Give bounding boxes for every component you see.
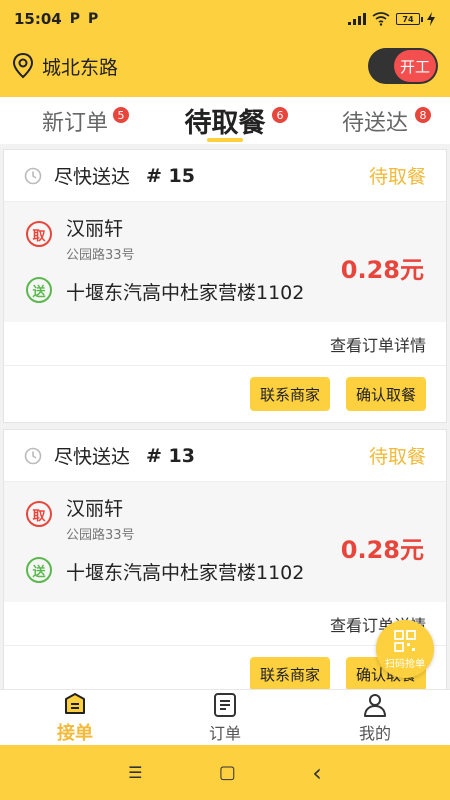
location-pin-icon (12, 53, 34, 79)
shop-address: 公园路33号 (66, 528, 135, 543)
contact-merchant-button[interactable]: 联系商家 (249, 657, 330, 689)
nav-accept-orders[interactable]: 接单 (0, 690, 150, 745)
clock-icon (24, 447, 42, 464)
tab-awaiting-delivery[interactable]: 待送达 8 (300, 97, 450, 144)
signal-icon (348, 13, 366, 25)
dropoff-badge: 送 (26, 277, 52, 303)
pickup-badge: 取 (26, 501, 52, 527)
charging-icon (427, 12, 435, 26)
work-toggle-label: 开工 (394, 50, 436, 82)
current-location[interactable]: 城北东路 (42, 53, 118, 80)
order-card[interactable]: 尽快送达 # 15 待取餐 取 汉丽轩 公园路33号 送 十堰东汽高中杜家营楼1… (3, 149, 447, 423)
shop-name: 汉丽轩 (66, 498, 124, 520)
nav-profile[interactable]: 我的 (300, 690, 450, 745)
delivery-address: 十堰东汽高中杜家营楼1102 (66, 562, 305, 584)
dropoff-badge: 送 (26, 557, 52, 583)
order-status: 待取餐 (368, 446, 426, 468)
scan-grab-order-button[interactable]: 扫码抢单 (376, 620, 434, 678)
nav-orders[interactable]: 订单 (150, 690, 300, 745)
notification-p-icon: P (69, 11, 81, 27)
order-tabs: 新订单 5 待取餐 6 待送达 8 (0, 97, 450, 144)
order-status: 待取餐 (368, 166, 426, 188)
list-box-icon (65, 692, 85, 714)
top-header: 城北东路 开工 (0, 44, 450, 88)
shop-address: 公园路33号 (66, 248, 135, 263)
back-icon[interactable]: ‹ (312, 759, 322, 787)
order-card-header: 尽快送达 # 13 待取餐 (4, 430, 446, 482)
order-number: # 15 (146, 164, 195, 187)
scan-label: 扫码抢单 (385, 658, 425, 670)
clock-icon (24, 167, 42, 184)
tab-label: 待送达 (341, 110, 408, 136)
active-tab-indicator (207, 138, 243, 142)
nav-label: 我的 (358, 723, 391, 743)
order-actions: 联系商家 确认取餐 (4, 366, 446, 422)
order-number: # 13 (146, 444, 195, 467)
bottom-navigation: 接单 订单 我的 (0, 689, 450, 745)
contact-merchant-button[interactable]: 联系商家 (249, 377, 330, 411)
person-icon (364, 693, 386, 717)
delivery-time-label: 尽快送达 (54, 446, 131, 468)
nav-label: 接单 (57, 722, 93, 744)
tab-label: 新订单 (41, 110, 108, 136)
wifi-icon (372, 12, 390, 26)
order-route: 取 汉丽轩 公园路33号 送 十堰东汽高中杜家营楼1102 0.28元 (4, 482, 446, 602)
tab-label: 待取餐 (184, 108, 266, 139)
delivery-address: 十堰东汽高中杜家营楼1102 (66, 282, 305, 304)
order-price: 0.28元 (340, 256, 424, 284)
shop-name: 汉丽轩 (66, 218, 124, 240)
notification-p-icon: P (88, 11, 99, 27)
tab-badge: 8 (415, 107, 431, 123)
tab-awaiting-pickup[interactable]: 待取餐 6 (150, 97, 300, 144)
status-time: 15:04 (14, 10, 62, 28)
nav-label: 订单 (208, 723, 241, 743)
tab-new-orders[interactable]: 新订单 5 (0, 97, 150, 144)
order-route: 取 汉丽轩 公园路33号 送 十堰东汽高中杜家营楼1102 0.28元 (4, 202, 446, 322)
menu-icon[interactable]: ☰ (128, 763, 142, 782)
order-list[interactable]: 尽快送达 # 15 待取餐 取 汉丽轩 公园路33号 送 十堰东汽高中杜家营楼1… (0, 144, 450, 689)
confirm-pickup-button[interactable]: 确认取餐 (345, 377, 426, 411)
home-icon[interactable]: ▢ (219, 762, 236, 783)
delivery-time-label: 尽快送达 (54, 166, 131, 188)
battery-icon: 74 (396, 13, 423, 25)
pickup-badge: 取 (26, 221, 52, 247)
order-card-header: 尽快送达 # 15 待取餐 (4, 150, 446, 202)
document-icon (214, 692, 236, 717)
order-price: 0.28元 (340, 536, 424, 564)
status-bar: 15:04 P P 74 (0, 0, 450, 38)
qr-code-icon (394, 629, 416, 652)
view-order-detail-link[interactable]: 查看订单详情 (4, 322, 446, 366)
tab-badge: 6 (272, 107, 288, 123)
system-navigation-bar: ☰ ▢ ‹ (0, 745, 450, 800)
work-toggle[interactable]: 开工 (368, 48, 438, 84)
tab-badge: 5 (113, 107, 129, 123)
